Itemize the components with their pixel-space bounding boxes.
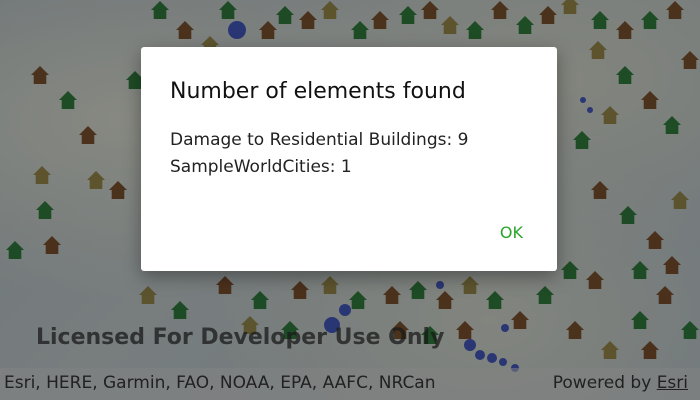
dialog-title: Number of elements found <box>170 79 466 104</box>
ok-button[interactable]: OK <box>492 219 531 246</box>
results-dialog: Number of elements found Damage to Resid… <box>141 47 557 271</box>
result-line-residential-buildings: Damage to Residential Buildings: 9 <box>170 130 469 150</box>
result-line-world-cities: SampleWorldCities: 1 <box>170 157 352 177</box>
